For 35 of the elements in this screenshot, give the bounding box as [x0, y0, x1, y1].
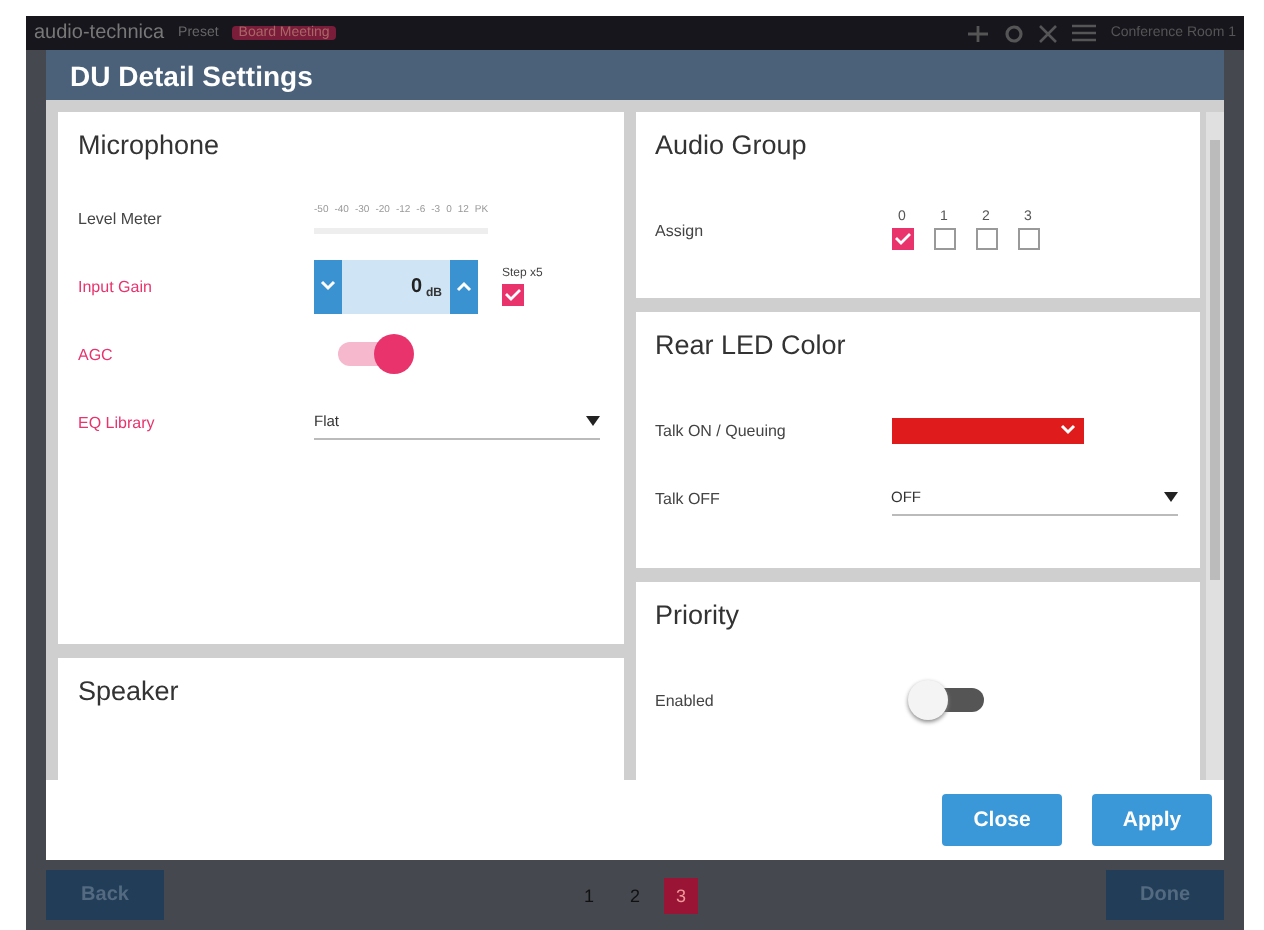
input-gain-label: Input Gain [78, 277, 154, 295]
color-dropdown[interactable] [891, 417, 1083, 443]
chevron-up-icon [456, 280, 472, 292]
enabled-label: Enabled [655, 691, 716, 709]
group-checkbox[interactable] [1017, 228, 1039, 250]
group-checkbox[interactable] [975, 228, 997, 250]
panel-title: Priority [655, 600, 742, 630]
scrollbar[interactable] [1206, 112, 1224, 780]
talk-off-label: Talk OFF [655, 489, 722, 507]
dialog-title: DU Detail Settings [70, 59, 313, 91]
panel-title: Speaker [78, 676, 181, 706]
group-checkbox[interactable] [891, 228, 913, 250]
panel-title: Audio Group [655, 130, 809, 160]
dialog-button[interactable]: Apply [1092, 794, 1212, 846]
decrease-button[interactable] [314, 259, 342, 313]
menu-icon[interactable] [1072, 24, 1097, 42]
page-button[interactable]: 2 [618, 877, 652, 913]
caret-icon [586, 416, 600, 426]
dialog-button[interactable]: Close [942, 794, 1062, 846]
group-checkbox[interactable] [933, 228, 955, 250]
page-button[interactable]: 1 [572, 877, 606, 913]
panel-title: Rear LED Color [655, 330, 848, 360]
brand-logo: audio-technica [34, 22, 165, 44]
increase-button[interactable] [450, 259, 478, 313]
step-checkbox[interactable] [502, 283, 524, 305]
panel-title: Microphone [78, 130, 222, 160]
level-meter-label: Level Meter [78, 209, 164, 227]
chevron-down-icon [1059, 424, 1075, 436]
assign-label: Assign [655, 221, 706, 239]
page-button[interactable]: 3 [664, 877, 698, 913]
eq-library-label: EQ Library [78, 413, 157, 431]
talk-on-label: Talk ON / Queuing [655, 421, 788, 439]
agc-label: AGC [78, 345, 115, 363]
chevron-down-icon [320, 280, 336, 292]
caret-icon [1163, 492, 1177, 502]
